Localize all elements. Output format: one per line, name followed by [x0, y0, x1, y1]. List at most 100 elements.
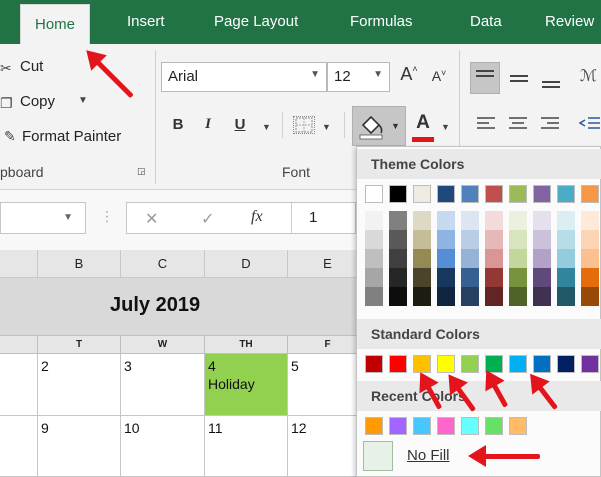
borders-button[interactable] [293, 116, 315, 134]
theme-shade-swatch[interactable] [365, 268, 383, 287]
theme-shade-swatch[interactable] [509, 268, 527, 287]
enter-button[interactable]: ✓ [201, 209, 214, 229]
align-left-button[interactable] [474, 114, 498, 138]
standard-color-swatch[interactable] [581, 355, 599, 373]
theme-shade-swatch[interactable] [389, 230, 407, 249]
theme-shade-swatch[interactable] [461, 287, 479, 306]
cut-button[interactable]: Cut [20, 58, 43, 75]
theme-shade-swatch[interactable] [485, 268, 503, 287]
align-middle-button[interactable] [506, 66, 532, 92]
standard-color-swatch[interactable] [365, 355, 383, 373]
date-cell[interactable]: 2 [38, 354, 121, 416]
theme-shade-swatch[interactable] [557, 211, 575, 230]
recent-color-swatch[interactable] [413, 417, 431, 435]
recent-color-swatch[interactable] [437, 417, 455, 435]
theme-color-swatch[interactable] [581, 185, 599, 203]
standard-color-swatch[interactable] [557, 355, 575, 373]
theme-shade-swatch[interactable] [509, 249, 527, 268]
decrease-indent-button[interactable] [578, 114, 600, 138]
recent-color-swatch[interactable] [509, 417, 527, 435]
theme-shade-swatch[interactable] [413, 287, 431, 306]
date-cell[interactable]: 9 [38, 416, 121, 477]
row-spacer-cell[interactable] [0, 416, 38, 477]
theme-shade-swatch[interactable] [533, 211, 551, 230]
theme-color-swatch[interactable] [413, 185, 431, 203]
theme-shade-swatch[interactable] [581, 249, 599, 268]
theme-color-swatch[interactable] [485, 185, 503, 203]
theme-shade-swatch[interactable] [557, 230, 575, 249]
theme-shade-swatch[interactable] [413, 268, 431, 287]
align-right-button[interactable] [538, 114, 562, 138]
theme-shade-swatch[interactable] [389, 211, 407, 230]
theme-color-swatch[interactable] [461, 185, 479, 203]
chevron-down-icon[interactable]: ▼ [391, 121, 400, 131]
row-spacer-cell[interactable] [0, 354, 38, 416]
date-cell[interactable]: 3 [121, 354, 205, 416]
date-cell[interactable]: 11 [205, 416, 288, 477]
theme-shade-swatch[interactable] [509, 211, 527, 230]
shrink-font-button[interactable]: A˅ [428, 68, 450, 84]
column-header-c[interactable]: C [121, 250, 205, 278]
formula-input[interactable]: ✕ ✓ fx 1 [126, 202, 356, 234]
italic-button[interactable]: I [198, 116, 218, 133]
theme-color-swatch[interactable] [509, 185, 527, 203]
theme-shade-swatch[interactable] [533, 268, 551, 287]
recent-color-swatch[interactable] [461, 417, 479, 435]
column-header-d[interactable]: D [205, 250, 288, 278]
standard-color-swatch[interactable] [509, 355, 527, 373]
insert-function-button[interactable]: fx [251, 208, 263, 226]
theme-shade-swatch[interactable] [437, 287, 455, 306]
theme-shade-swatch[interactable] [485, 211, 503, 230]
tab-home[interactable]: Home [20, 4, 91, 44]
theme-shade-swatch[interactable] [437, 230, 455, 249]
theme-shade-swatch[interactable] [581, 211, 599, 230]
theme-shade-swatch[interactable] [437, 268, 455, 287]
theme-shade-swatch[interactable] [413, 211, 431, 230]
tab-data[interactable]: Data [470, 0, 502, 44]
theme-shade-swatch[interactable] [485, 230, 503, 249]
chevron-down-icon[interactable]: ▼ [310, 69, 320, 80]
theme-shade-swatch[interactable] [413, 230, 431, 249]
name-box[interactable]: ▼ [0, 202, 86, 234]
theme-shade-swatch[interactable] [365, 287, 383, 306]
theme-color-swatch[interactable] [389, 185, 407, 203]
chevron-down-icon[interactable]: ▼ [373, 69, 383, 80]
theme-shade-swatch[interactable] [581, 230, 599, 249]
chevron-down-icon[interactable]: ▼ [63, 212, 73, 223]
tab-formulas[interactable]: Formulas [350, 0, 413, 44]
theme-shade-swatch[interactable] [461, 268, 479, 287]
theme-shade-swatch[interactable] [437, 249, 455, 268]
chevron-down-icon[interactable]: ▼ [262, 122, 271, 132]
date-cell[interactable]: 10 [121, 416, 205, 477]
chevron-down-icon[interactable]: ▼ [78, 95, 88, 106]
theme-shade-swatch[interactable] [413, 249, 431, 268]
bold-button[interactable]: B [168, 116, 188, 133]
theme-shade-swatch[interactable] [485, 249, 503, 268]
cancel-button[interactable]: ✕ [145, 209, 158, 229]
tab-page-layout[interactable]: Page Layout [214, 0, 298, 44]
align-bottom-button[interactable] [538, 66, 564, 92]
theme-shade-swatch[interactable] [557, 268, 575, 287]
dialog-launcher-icon[interactable]: ◲ [137, 166, 146, 177]
holiday-date-cell[interactable]: 4 Holiday [205, 354, 288, 416]
theme-shade-swatch[interactable] [389, 287, 407, 306]
standard-color-swatch[interactable] [389, 355, 407, 373]
theme-shade-swatch[interactable] [533, 230, 551, 249]
format-painter-button[interactable]: Format Painter [22, 128, 121, 145]
theme-color-swatch[interactable] [533, 185, 551, 203]
theme-shade-swatch[interactable] [389, 249, 407, 268]
theme-shade-swatch[interactable] [581, 287, 599, 306]
theme-shade-swatch[interactable] [509, 287, 527, 306]
grow-font-button[interactable]: A˄ [398, 64, 420, 85]
theme-shade-swatch[interactable] [365, 249, 383, 268]
copy-button[interactable]: Copy [20, 93, 55, 110]
theme-shade-swatch[interactable] [557, 249, 575, 268]
font-name-combo[interactable]: Arial ▼ [161, 62, 327, 92]
orientation-icon[interactable]: ℳ [580, 66, 597, 86]
font-color-button[interactable]: A [412, 112, 434, 142]
theme-shade-swatch[interactable] [533, 249, 551, 268]
theme-shade-swatch[interactable] [365, 230, 383, 249]
theme-shade-swatch[interactable] [533, 287, 551, 306]
theme-shade-swatch[interactable] [509, 230, 527, 249]
theme-shade-swatch[interactable] [389, 268, 407, 287]
